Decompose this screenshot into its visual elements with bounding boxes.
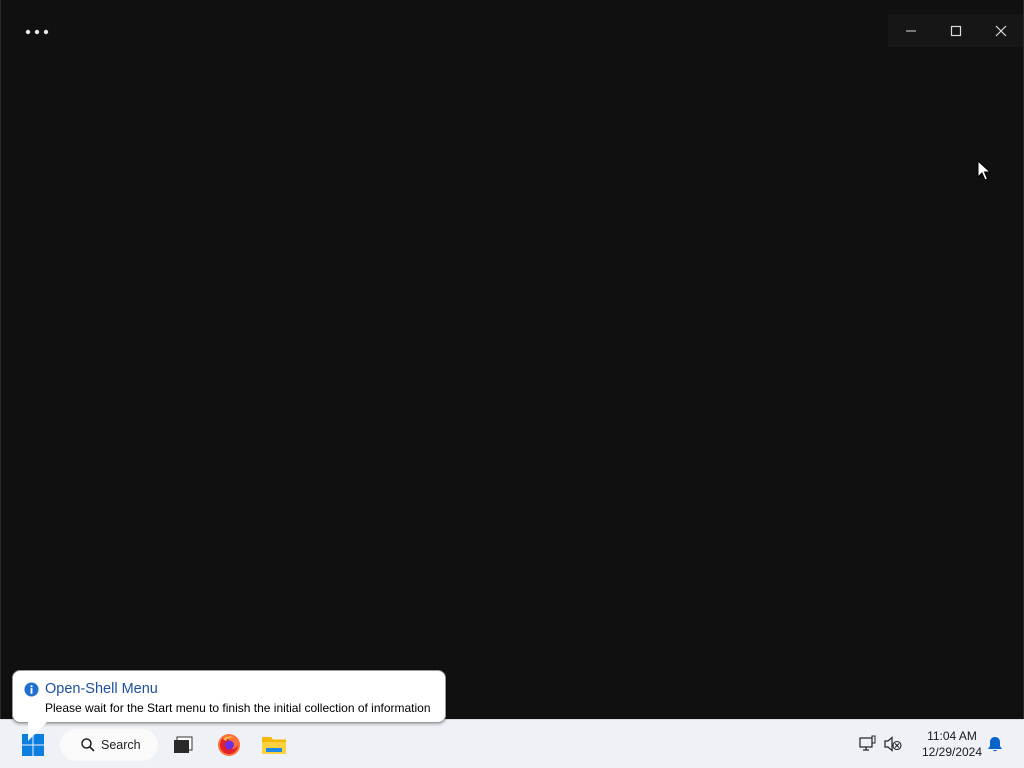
notification-balloon[interactable]: Open-Shell Menu Please wait for the Star… xyxy=(12,670,446,723)
firefox-icon xyxy=(218,734,240,756)
search-icon xyxy=(81,738,95,752)
close-button[interactable] xyxy=(978,14,1023,47)
bell-icon xyxy=(988,736,1002,751)
task-view-button[interactable] xyxy=(168,729,198,761)
more-horizontal-icon xyxy=(25,29,49,35)
clock-time: 11:04 AM xyxy=(927,729,977,743)
info-icon xyxy=(24,682,39,697)
sound-muted-icon xyxy=(884,736,902,752)
network-icon xyxy=(859,735,876,751)
mouse-pointer-icon xyxy=(977,160,991,181)
notification-pointer xyxy=(28,721,48,741)
taskbar: Search 11:04 AM 12/29/2024 xyxy=(0,719,1024,768)
maximize-button[interactable] xyxy=(933,14,978,47)
file-explorer-icon xyxy=(262,737,286,754)
search-label: Search xyxy=(101,738,141,752)
close-icon xyxy=(995,25,1006,36)
task-view-icon xyxy=(174,736,193,753)
network-status[interactable] xyxy=(856,733,878,755)
app-window xyxy=(0,0,1024,719)
minimize-button[interactable] xyxy=(888,14,933,47)
notification-message: Please wait for the Start menu to finish… xyxy=(45,701,431,715)
volume-status[interactable] xyxy=(882,733,904,755)
minimize-icon xyxy=(905,30,916,31)
window-controls xyxy=(888,14,1023,47)
more-options-button[interactable] xyxy=(17,18,57,46)
notification-title: Open-Shell Menu xyxy=(45,681,158,697)
clock-date: 12/29/2024 xyxy=(921,745,983,759)
notifications-button[interactable] xyxy=(985,734,1005,754)
firefox-button[interactable] xyxy=(212,728,246,762)
search-box[interactable]: Search xyxy=(60,729,158,761)
system-clock[interactable]: 11:04 AM 12/29/2024 xyxy=(912,728,992,760)
maximize-icon xyxy=(950,25,961,36)
file-explorer-button[interactable] xyxy=(257,728,291,762)
